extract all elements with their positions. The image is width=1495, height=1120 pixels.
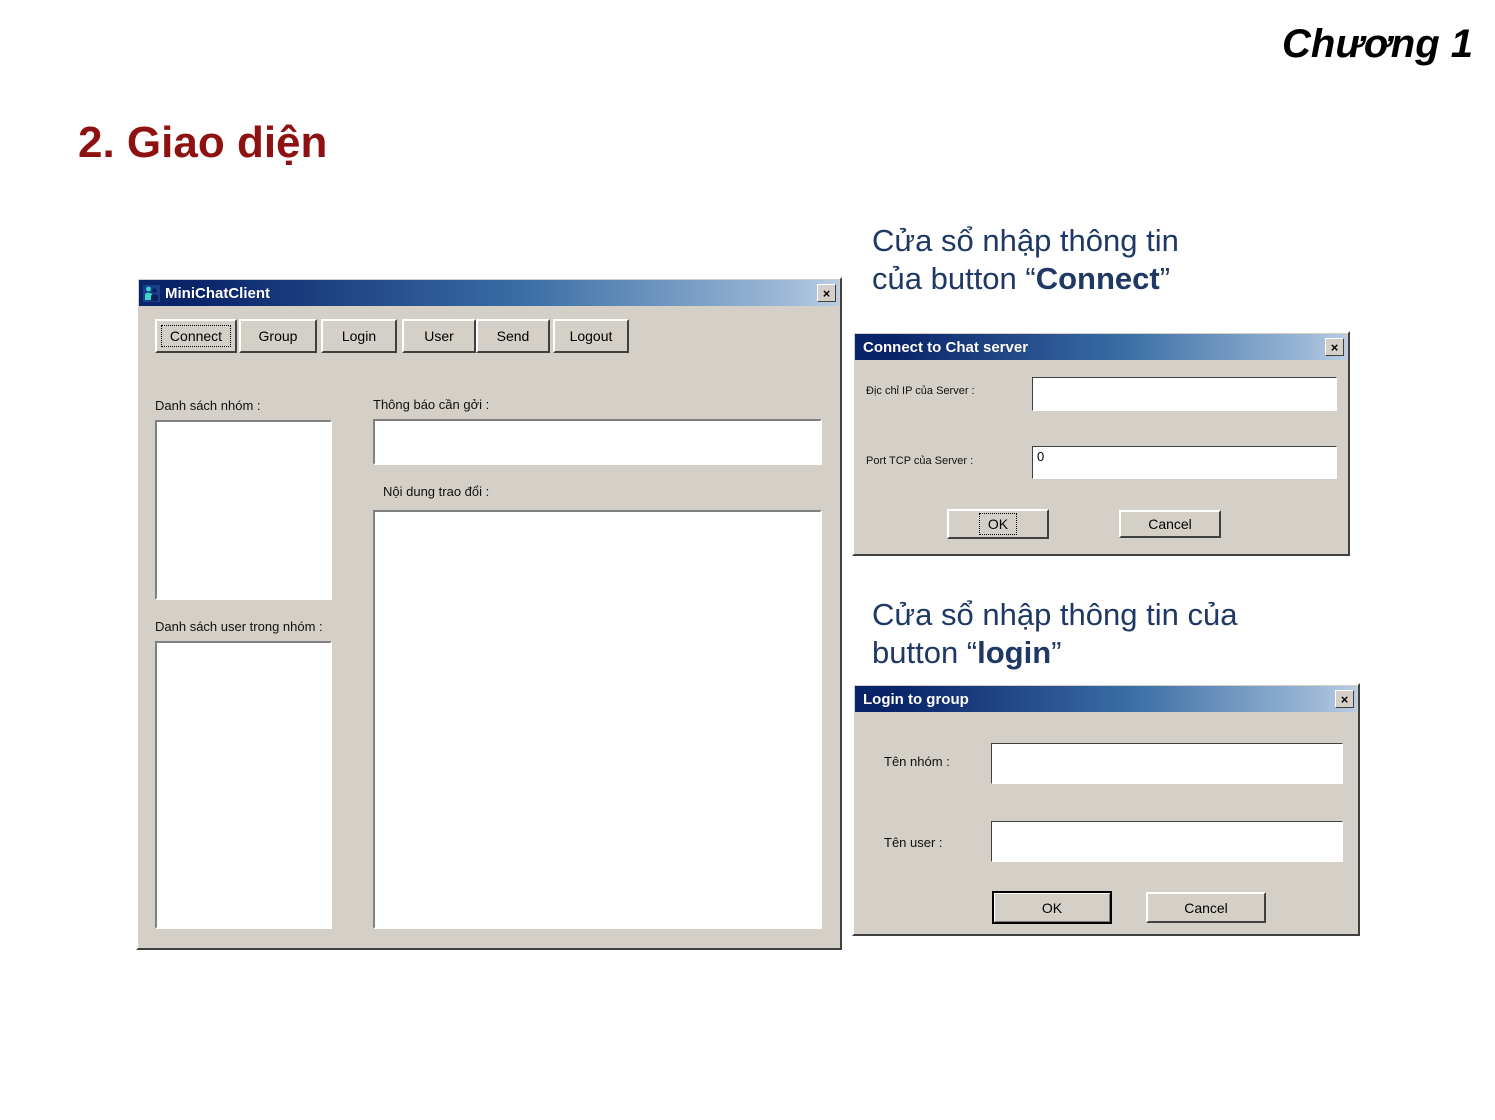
group-list-value <box>157 422 330 424</box>
connect-dialog-titlebar[interactable]: Connect to Chat server × <box>855 334 1347 360</box>
user-list-box[interactable] <box>155 641 332 929</box>
message-label: Thông báo cần gởi : <box>373 397 490 412</box>
group-button[interactable]: Group <box>239 319 317 353</box>
close-icon[interactable]: × <box>1335 690 1354 708</box>
login-dialog-titlebar[interactable]: Login to group × <box>855 686 1357 712</box>
chapter-label: Chương 1 <box>1282 22 1473 66</box>
conversation-box[interactable] <box>373 510 822 929</box>
server-ip-input[interactable] <box>1032 377 1337 411</box>
user-button[interactable]: User <box>402 319 476 353</box>
page-title: 2. Giao diện <box>78 118 328 167</box>
close-icon[interactable]: × <box>1325 338 1344 356</box>
minichatclient-window: MiniChatClient × Connect Group Login Use… <box>136 277 842 950</box>
annotation-login: Cửa sổ nhập thông tin của button “login” <box>872 596 1237 672</box>
group-list-label: Danh sách nhóm : <box>155 398 261 413</box>
main-toolbar: Connect Group Login User Send Logout <box>155 319 629 353</box>
user-name-input[interactable] <box>991 821 1343 862</box>
chat-people-icon <box>143 284 160 302</box>
annotation-login-bold: login <box>977 635 1052 670</box>
annotation-login-tail: ” <box>1051 635 1062 670</box>
user-name-label: Tên user : <box>884 835 943 850</box>
main-window-title: MiniChatClient <box>165 284 270 302</box>
login-to-group-dialog: Login to group × Tên nhóm : Tên user : O… <box>852 683 1360 936</box>
conversation-label: Nội dung trao đổi : <box>383 484 490 499</box>
user-list-label: Danh sách user trong nhóm : <box>155 619 323 634</box>
server-port-value: 0 <box>1037 449 1045 464</box>
login-button[interactable]: Login <box>321 319 397 353</box>
server-port-label: Port TCP của Server : <box>866 455 974 467</box>
group-name-value <box>992 744 1342 746</box>
server-ip-label: Địc chỉ IP của Server : <box>866 385 975 397</box>
group-name-input[interactable] <box>991 743 1343 784</box>
login-ok-button[interactable]: OK <box>992 891 1112 924</box>
server-port-input[interactable]: 0 <box>1032 446 1337 479</box>
close-icon[interactable]: × <box>817 284 836 302</box>
server-ip-value <box>1033 378 1336 380</box>
message-value <box>375 421 820 423</box>
user-list-value <box>157 643 330 645</box>
send-button[interactable]: Send <box>476 319 550 353</box>
connect-to-chat-server-dialog: Connect to Chat server × Địc chỉ IP của … <box>852 331 1350 556</box>
connect-dialog-title: Connect to Chat server <box>863 338 1029 356</box>
group-list-box[interactable] <box>155 420 332 600</box>
main-window-titlebar[interactable]: MiniChatClient × <box>139 280 839 306</box>
connect-button[interactable]: Connect <box>155 319 237 353</box>
annotation-connect-bold: Connect <box>1035 261 1160 296</box>
connect-cancel-button[interactable]: Cancel <box>1119 510 1221 538</box>
annotation-connect: Cửa sổ nhập thông tin của button “Connec… <box>872 222 1179 298</box>
group-name-label: Tên nhóm : <box>884 754 950 769</box>
user-name-value <box>992 822 1342 824</box>
message-input[interactable] <box>373 419 822 465</box>
annotation-connect-tail: ” <box>1159 261 1171 296</box>
connect-ok-button[interactable]: OK <box>947 509 1049 539</box>
logout-button[interactable]: Logout <box>553 319 629 353</box>
login-cancel-button[interactable]: Cancel <box>1146 892 1266 923</box>
conversation-value <box>375 512 820 514</box>
login-dialog-title: Login to group <box>863 690 969 708</box>
